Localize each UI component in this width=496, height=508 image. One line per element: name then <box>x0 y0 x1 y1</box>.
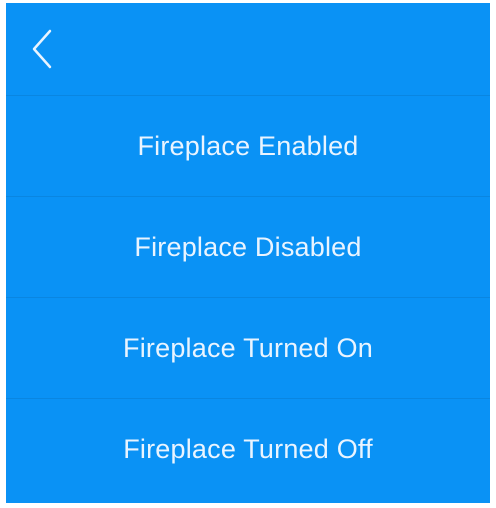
fireplace-menu-panel: Fireplace Enabled Fireplace Disabled Fir… <box>6 3 490 503</box>
menu-item-label: Fireplace Turned Off <box>123 434 373 464</box>
menu-item-label: Fireplace Turned On <box>123 332 373 363</box>
back-button[interactable] <box>24 25 64 73</box>
menu-item-fireplace-disabled[interactable]: Fireplace Disabled <box>6 197 490 298</box>
chevron-left-icon <box>32 29 52 69</box>
header <box>6 3 490 96</box>
menu-item-label: Fireplace Disabled <box>134 231 362 262</box>
menu-item-label: Fireplace Enabled <box>137 130 359 161</box>
menu-item-fireplace-turned-on[interactable]: Fireplace Turned On <box>6 298 490 399</box>
menu-item-fireplace-turned-off[interactable]: Fireplace Turned Off <box>6 399 490 500</box>
menu-item-fireplace-enabled[interactable]: Fireplace Enabled <box>6 96 490 197</box>
